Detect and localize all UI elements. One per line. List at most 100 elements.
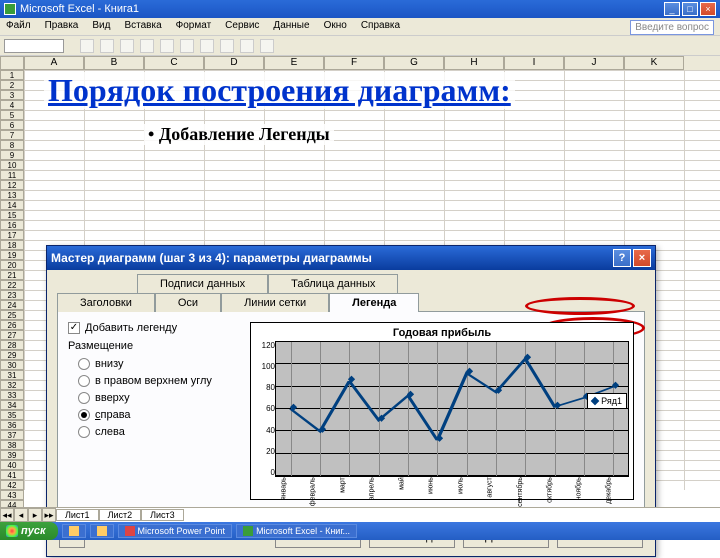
row-header[interactable]: 3 bbox=[0, 90, 24, 100]
row-header[interactable]: 35 bbox=[0, 410, 24, 420]
dialog-close-button[interactable]: × bbox=[633, 249, 651, 267]
tab-data-labels[interactable]: Подписи данных bbox=[137, 274, 268, 293]
radio-option[interactable]: внизу bbox=[78, 358, 238, 370]
row-header[interactable]: 2 bbox=[0, 80, 24, 90]
taskbar-item[interactable] bbox=[62, 524, 86, 538]
row-header[interactable]: 41 bbox=[0, 470, 24, 480]
col-header[interactable]: I bbox=[504, 56, 564, 70]
tab-titles[interactable]: Заголовки bbox=[57, 293, 155, 312]
row-header[interactable]: 34 bbox=[0, 400, 24, 410]
menu-file[interactable]: Файл bbox=[6, 20, 31, 33]
row-header[interactable]: 12 bbox=[0, 180, 24, 190]
tab-legend[interactable]: Легенда bbox=[329, 293, 419, 312]
col-header[interactable]: G bbox=[384, 56, 444, 70]
toolbar-button[interactable] bbox=[200, 39, 214, 53]
row-header[interactable]: 32 bbox=[0, 380, 24, 390]
sheet-nav-prev[interactable]: ◂ bbox=[14, 508, 28, 522]
sheet-nav-last[interactable]: ▸▸ bbox=[42, 508, 56, 522]
sheet-tab[interactable]: Лист3 bbox=[141, 509, 184, 521]
taskbar-item[interactable]: Microsoft Power Point bbox=[118, 524, 233, 538]
row-header[interactable]: 5 bbox=[0, 110, 24, 120]
row-header[interactable]: 19 bbox=[0, 250, 24, 260]
menu-window[interactable]: Окно bbox=[324, 20, 347, 33]
menu-format[interactable]: Формат bbox=[176, 20, 212, 33]
row-header[interactable]: 20 bbox=[0, 260, 24, 270]
toolbar-button[interactable] bbox=[80, 39, 94, 53]
col-header[interactable]: J bbox=[564, 56, 624, 70]
row-header[interactable]: 13 bbox=[0, 190, 24, 200]
menu-edit[interactable]: Правка bbox=[45, 20, 79, 33]
row-header[interactable]: 22 bbox=[0, 280, 24, 290]
row-header[interactable]: 15 bbox=[0, 210, 24, 220]
row-header[interactable]: 36 bbox=[0, 420, 24, 430]
row-header[interactable]: 25 bbox=[0, 310, 24, 320]
row-header[interactable]: 7 bbox=[0, 130, 24, 140]
sheet-nav-first[interactable]: ◂◂ bbox=[0, 508, 14, 522]
col-header[interactable]: C bbox=[144, 56, 204, 70]
row-header[interactable]: 43 bbox=[0, 490, 24, 500]
row-header[interactable]: 33 bbox=[0, 390, 24, 400]
row-header[interactable]: 39 bbox=[0, 450, 24, 460]
row-header[interactable]: 37 bbox=[0, 430, 24, 440]
row-header[interactable]: 24 bbox=[0, 300, 24, 310]
toolbar-button[interactable] bbox=[220, 39, 234, 53]
row-header[interactable]: 40 bbox=[0, 460, 24, 470]
row-header[interactable]: 1 bbox=[0, 70, 24, 80]
row-header[interactable]: 26 bbox=[0, 320, 24, 330]
row-header[interactable]: 27 bbox=[0, 330, 24, 340]
ask-question-input[interactable]: Введите вопрос bbox=[630, 20, 714, 35]
row-header[interactable]: 21 bbox=[0, 270, 24, 280]
row-header[interactable]: 38 bbox=[0, 440, 24, 450]
col-header[interactable]: F bbox=[324, 56, 384, 70]
toolbar-button[interactable] bbox=[120, 39, 134, 53]
row-header[interactable]: 16 bbox=[0, 220, 24, 230]
radio-option[interactable]: слева bbox=[78, 426, 238, 438]
sheet-tab[interactable]: Лист2 bbox=[99, 509, 142, 521]
close-button[interactable]: × bbox=[700, 2, 716, 16]
row-header[interactable]: 18 bbox=[0, 240, 24, 250]
cells-area[interactable]: Порядок построения диаграмм: Добавление … bbox=[24, 70, 720, 490]
row-header[interactable]: 17 bbox=[0, 230, 24, 240]
row-header[interactable]: 28 bbox=[0, 340, 24, 350]
select-all-corner[interactable] bbox=[0, 56, 24, 70]
row-header[interactable]: 11 bbox=[0, 170, 24, 180]
add-legend-checkbox[interactable]: ✓ Добавить легенду bbox=[68, 322, 238, 334]
menu-view[interactable]: Вид bbox=[92, 20, 110, 33]
menu-insert[interactable]: Вставка bbox=[124, 20, 161, 33]
col-header[interactable]: K bbox=[624, 56, 684, 70]
toolbar-button[interactable] bbox=[160, 39, 174, 53]
row-header[interactable]: 14 bbox=[0, 200, 24, 210]
name-box[interactable] bbox=[4, 39, 64, 53]
tab-gridlines[interactable]: Линии сетки bbox=[221, 293, 329, 312]
toolbar-button[interactable] bbox=[260, 39, 274, 53]
col-header[interactable]: H bbox=[444, 56, 504, 70]
row-header[interactable]: 8 bbox=[0, 140, 24, 150]
row-header[interactable]: 4 bbox=[0, 100, 24, 110]
row-header[interactable]: 29 bbox=[0, 350, 24, 360]
toolbar-button[interactable] bbox=[240, 39, 254, 53]
radio-option[interactable]: вверху bbox=[78, 392, 238, 404]
toolbar-button[interactable] bbox=[100, 39, 114, 53]
row-header[interactable]: 42 bbox=[0, 480, 24, 490]
col-header[interactable]: B bbox=[84, 56, 144, 70]
row-header[interactable]: 9 bbox=[0, 150, 24, 160]
toolbar-button[interactable] bbox=[180, 39, 194, 53]
sheet-tab[interactable]: Лист1 bbox=[56, 509, 99, 521]
start-button[interactable]: пуск bbox=[0, 522, 58, 540]
col-header[interactable]: A bbox=[24, 56, 84, 70]
menu-data[interactable]: Данные bbox=[273, 20, 309, 33]
row-header[interactable]: 10 bbox=[0, 160, 24, 170]
minimize-button[interactable]: _ bbox=[664, 2, 680, 16]
tab-data-table[interactable]: Таблица данных bbox=[268, 274, 398, 293]
taskbar-item[interactable] bbox=[90, 524, 114, 538]
radio-option[interactable]: справа bbox=[78, 409, 238, 421]
menu-tools[interactable]: Сервис bbox=[225, 20, 259, 33]
row-header[interactable]: 6 bbox=[0, 120, 24, 130]
dialog-help-button[interactable]: ? bbox=[613, 249, 631, 267]
row-header[interactable]: 31 bbox=[0, 370, 24, 380]
dialog-titlebar[interactable]: Мастер диаграмм (шаг 3 из 4): параметры … bbox=[47, 246, 655, 270]
radio-option[interactable]: в правом верхнем углу bbox=[78, 375, 238, 387]
row-header[interactable]: 30 bbox=[0, 360, 24, 370]
col-header[interactable]: D bbox=[204, 56, 264, 70]
toolbar-button[interactable] bbox=[140, 39, 154, 53]
